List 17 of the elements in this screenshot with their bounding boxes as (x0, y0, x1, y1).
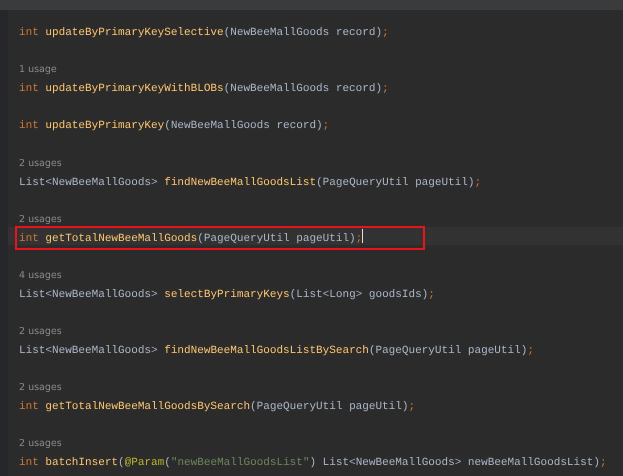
code-line: List<NewBeeMallGoods> selectByPrimaryKeys(List<Long> goodsIds); (19, 288, 435, 301)
code-line: List<NewBeeMallGoods> findNewBeeMallGoodsList(PageQueryUtil pageUtil); (19, 176, 482, 188)
usage-hint[interactable]: 1 usage (19, 64, 57, 76)
usage-hint[interactable]: 2 usages (19, 438, 62, 450)
code-line: int getTotalNewBeeMallGoods(PageQueryUtil pageUtil); (19, 232, 362, 245)
code-line: int batchInsert(@Param("newBeeMallGoodsList") List<NewBeeMallGoods> newBeeMallGoodsList); (19, 456, 607, 469)
usage-hint[interactable]: 4 usages (19, 270, 62, 281)
usage-hint[interactable]: 2 usages (19, 326, 62, 337)
usage-hint[interactable]: 2 usages (19, 158, 62, 169)
code-line: int updateByPrimaryKey(NewBeeMallGoods record); (19, 120, 330, 132)
usage-hint[interactable]: 2 usages (19, 382, 62, 394)
code-line: int updateByPrimaryKeyWithBLOBs(NewBeeMallGoods record); (19, 83, 389, 96)
code-line: List<NewBeeMallGoods> findNewBeeMallGoodsListBySearch(PageQueryUtil pageUtil); (19, 344, 534, 357)
code-line: int getTotalNewBeeMallGoodsBySearch(PageQueryUtil pageUtil); (19, 400, 416, 413)
usage-hint[interactable]: 2 usages (19, 214, 62, 225)
text-cursor (362, 229, 364, 244)
code-line: int updateByPrimaryKeySelective(NewBeeMallGoods record); (19, 27, 389, 39)
